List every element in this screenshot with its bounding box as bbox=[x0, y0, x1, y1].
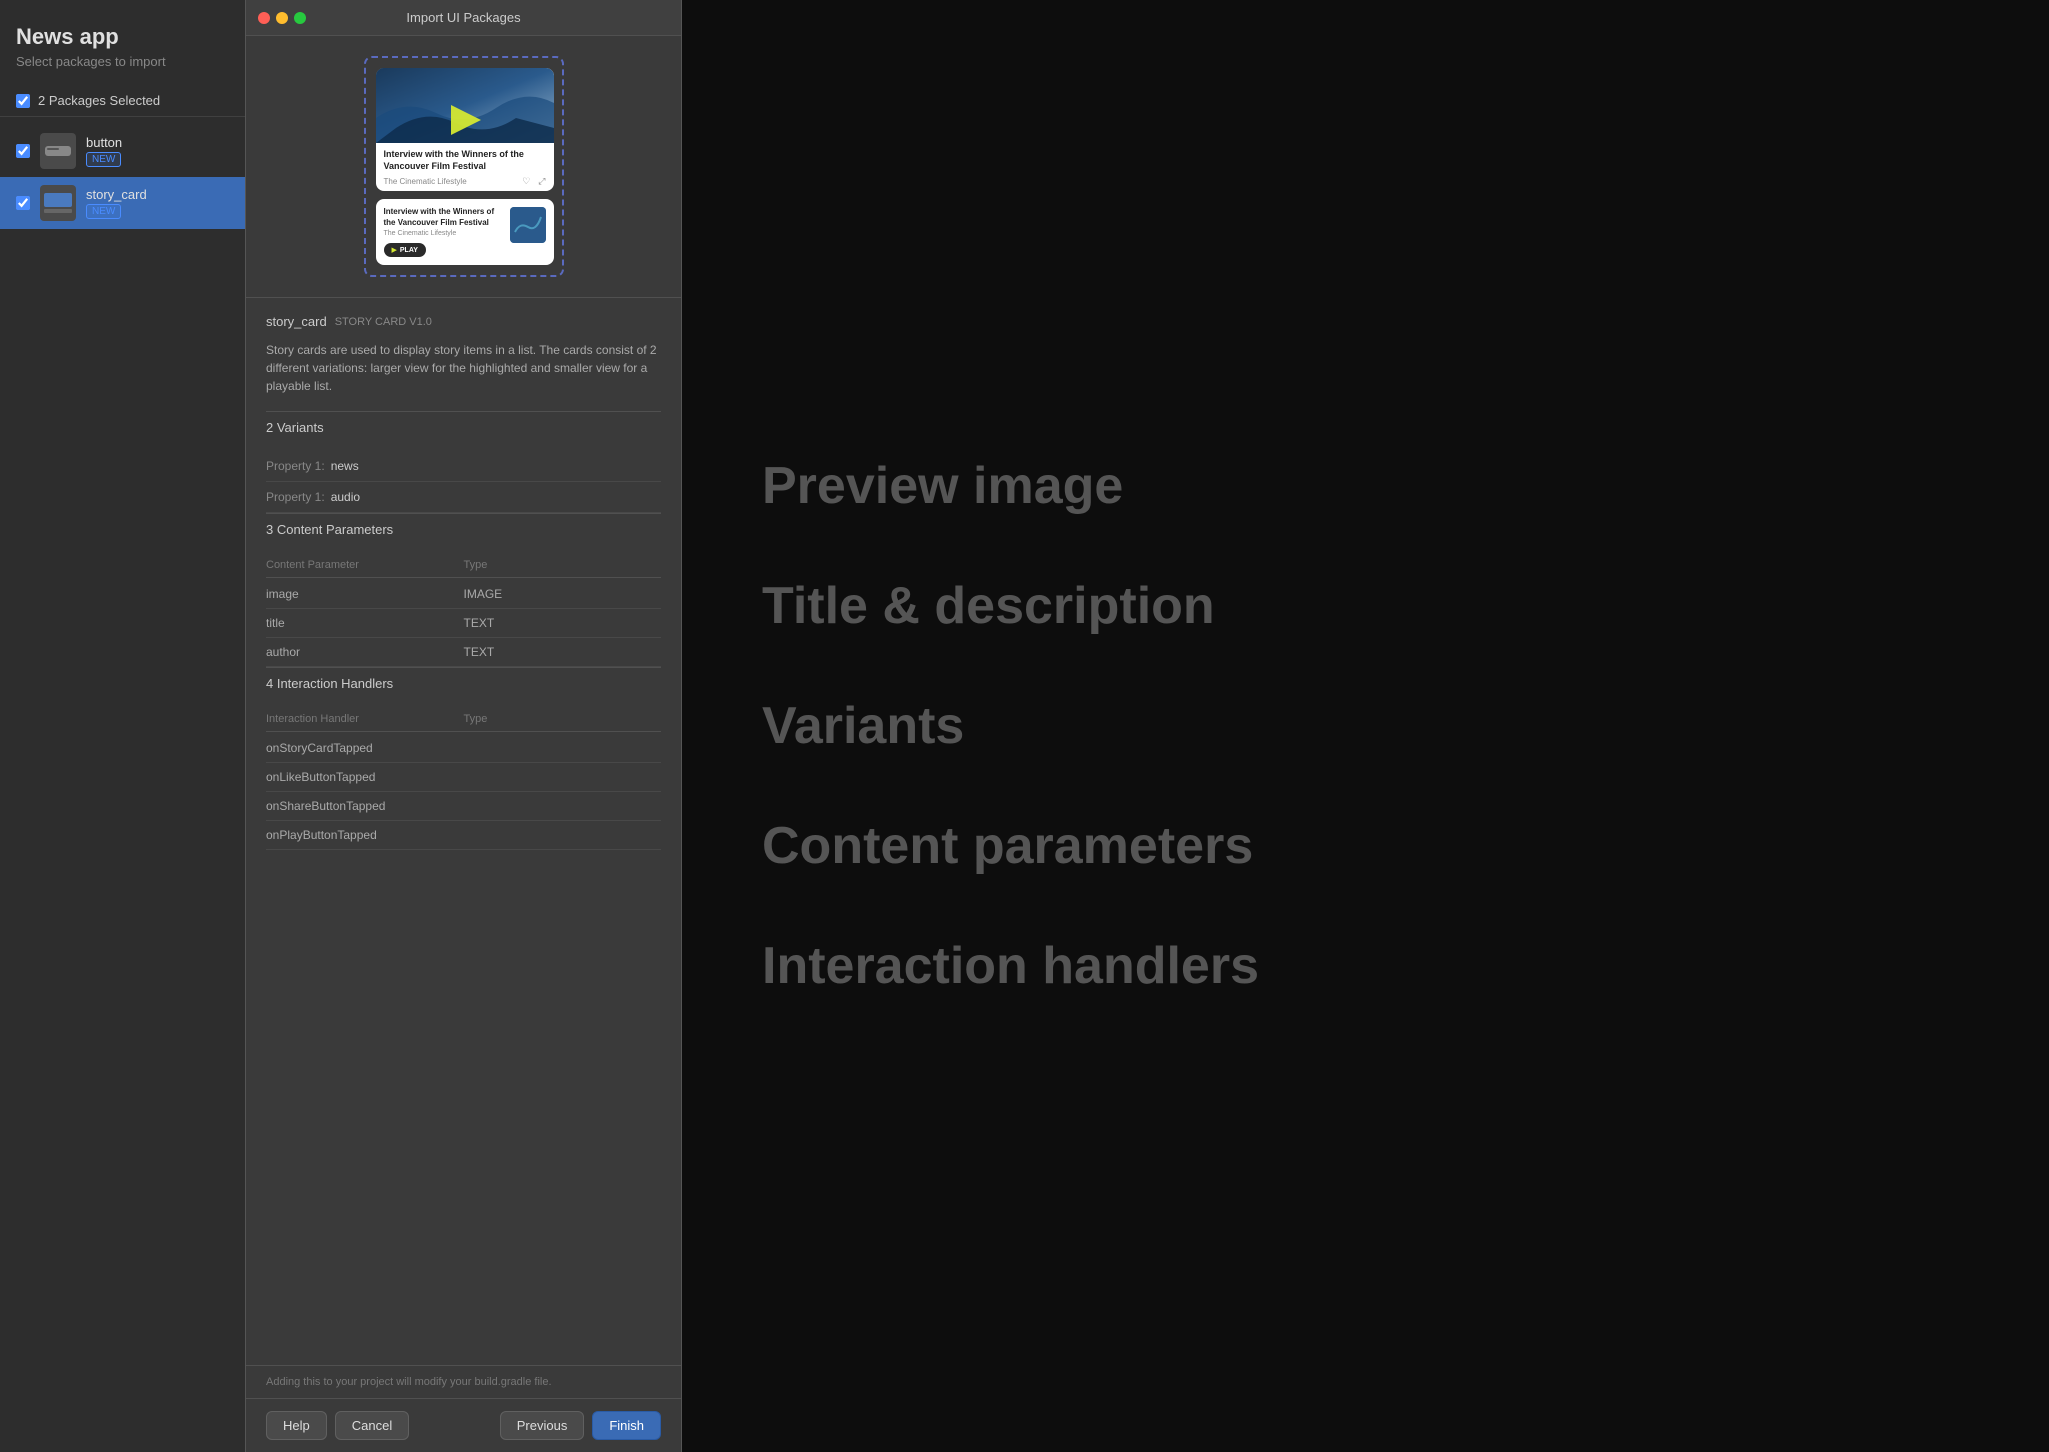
select-all-label: 2 Packages Selected bbox=[38, 93, 160, 108]
right-panel-interaction-handlers: Interaction handlers bbox=[762, 936, 1969, 996]
story-card-badge: NEW bbox=[86, 204, 121, 219]
play-label: PLAY bbox=[400, 247, 418, 254]
story-card-name: story_card bbox=[86, 187, 147, 202]
audio-card-info: Interview with the Winners of the Vancou… bbox=[384, 207, 502, 257]
handler-like: onLikeButtonTapped bbox=[266, 763, 661, 792]
play-button[interactable]: ▶ PLAY bbox=[384, 243, 426, 257]
audio-card-title: Interview with the Winners of the Vancou… bbox=[384, 207, 502, 228]
right-panel-preview: Preview image bbox=[762, 456, 1969, 516]
dialog-title: Import UI Packages bbox=[406, 10, 520, 25]
right-panel-content-params: Content parameters bbox=[762, 816, 1969, 876]
content-param-author: author TEXT bbox=[266, 638, 661, 667]
handler-type-story-card bbox=[464, 741, 662, 755]
audio-card-thumbnail bbox=[510, 207, 546, 243]
right-buttons: Previous Finish bbox=[500, 1411, 661, 1440]
story-card-checkbox[interactable] bbox=[16, 196, 30, 210]
app-subtitle: Select packages to import bbox=[0, 54, 245, 85]
previous-button[interactable]: Previous bbox=[500, 1411, 585, 1440]
param-type-author: TEXT bbox=[464, 645, 662, 659]
package-item-button[interactable]: button NEW bbox=[0, 125, 245, 177]
variant-value-2: audio bbox=[331, 490, 360, 504]
content-param-image: image IMAGE bbox=[266, 580, 661, 609]
share-icon[interactable]: ⤢ bbox=[538, 176, 545, 187]
handler-share: onShareButtonTapped bbox=[266, 792, 661, 821]
help-button[interactable]: Help bbox=[266, 1411, 327, 1440]
handler-type-share bbox=[464, 799, 662, 813]
titlebar: Import UI Packages bbox=[246, 0, 681, 36]
story-card-news-body: Interview with the Winners of the Vancou… bbox=[376, 143, 554, 191]
left-buttons: Help Cancel bbox=[266, 1411, 409, 1440]
handler-story-card: onStoryCardTapped bbox=[266, 734, 661, 763]
audio-card-source: The Cinematic Lifestyle bbox=[384, 230, 502, 237]
info-package-name: story_card bbox=[266, 314, 327, 329]
handler-name-like: onLikeButtonTapped bbox=[266, 770, 464, 784]
interaction-handlers-section-header: 4 Interaction Handlers bbox=[266, 667, 661, 699]
traffic-lights bbox=[258, 12, 306, 24]
variant-label-2: Property 1: bbox=[266, 490, 325, 504]
right-panel: Preview image Title & description Varian… bbox=[682, 0, 2049, 1452]
news-card-title: Interview with the Winners of the Vancou… bbox=[384, 149, 546, 172]
handler-col-header: Interaction Handler bbox=[266, 713, 464, 725]
handler-type-like bbox=[464, 770, 662, 784]
button-checkbox[interactable] bbox=[16, 144, 30, 158]
app-title: News app bbox=[0, 16, 245, 54]
minimize-button[interactable] bbox=[276, 12, 288, 24]
handler-type-play bbox=[464, 828, 662, 842]
story-card-news-variant: Interview with the Winners of the Vancou… bbox=[376, 68, 554, 191]
import-dialog: Import UI Packages bbox=[245, 0, 682, 1452]
button-badge: NEW bbox=[86, 152, 121, 167]
footer-note: Adding this to your project will modify … bbox=[246, 1365, 681, 1398]
handler-name-story-card: onStoryCardTapped bbox=[266, 741, 464, 755]
handler-play: onPlayButtonTapped bbox=[266, 821, 661, 850]
maximize-button[interactable] bbox=[294, 12, 306, 24]
like-icon[interactable]: ♡ bbox=[522, 176, 530, 187]
content-param-title: title TEXT bbox=[266, 609, 661, 638]
button-icon bbox=[40, 133, 76, 169]
handler-name-play: onPlayButtonTapped bbox=[266, 828, 464, 842]
package-item-story-card[interactable]: story_card NEW bbox=[0, 177, 245, 229]
select-all-checkbox[interactable] bbox=[16, 94, 30, 108]
variant-value-1: news bbox=[331, 459, 359, 473]
info-description: Story cards are used to display story it… bbox=[266, 341, 661, 395]
info-area: story_card STORY CARD V1.0 Story cards a… bbox=[246, 298, 681, 1365]
sidebar: News app Select packages to import 2 Pac… bbox=[0, 0, 245, 1452]
content-params-section-header: 3 Content Parameters bbox=[266, 513, 661, 545]
news-card-source: The Cinematic Lifestyle ♡ ⤢ bbox=[384, 176, 546, 187]
handler-name-share: onShareButtonTapped bbox=[266, 799, 464, 813]
finish-button[interactable]: Finish bbox=[592, 1411, 661, 1440]
dialog-buttons: Help Cancel Previous Finish bbox=[246, 1398, 681, 1452]
variants-section-header: 2 Variants bbox=[266, 411, 661, 443]
variant-item-audio: Property 1: audio bbox=[266, 482, 661, 513]
story-card-info: story_card NEW bbox=[86, 187, 147, 219]
interaction-handlers-table-header: Interaction Handler Type bbox=[266, 707, 661, 732]
param-name-image: image bbox=[266, 587, 464, 601]
preview-area: Interview with the Winners of the Vancou… bbox=[246, 36, 681, 298]
right-panel-title-desc: Title & description bbox=[762, 576, 1969, 636]
variant-item-news: Property 1: news bbox=[266, 451, 661, 482]
story-card-image bbox=[376, 68, 554, 143]
story-card-actions: ♡ ⤢ bbox=[522, 176, 545, 187]
preview-card-container: Interview with the Winners of the Vancou… bbox=[364, 56, 564, 277]
param-name-title: title bbox=[266, 616, 464, 630]
param-name-author: author bbox=[266, 645, 464, 659]
content-param-col-header: Content Parameter bbox=[266, 559, 464, 571]
info-header: story_card STORY CARD V1.0 bbox=[266, 314, 661, 329]
button-name: button bbox=[86, 135, 122, 150]
param-type-title: TEXT bbox=[464, 616, 662, 630]
button-info: button NEW bbox=[86, 135, 122, 167]
variant-label-1: Property 1: bbox=[266, 459, 325, 473]
story-card-audio-variant: Interview with the Winners of the Vancou… bbox=[376, 199, 554, 265]
content-params-table-header: Content Parameter Type bbox=[266, 553, 661, 578]
content-type-col-header: Type bbox=[464, 559, 662, 571]
info-version: STORY CARD V1.0 bbox=[335, 316, 432, 328]
select-all-row[interactable]: 2 Packages Selected bbox=[0, 85, 245, 117]
story-card-icon bbox=[40, 185, 76, 221]
play-icon: ▶ bbox=[392, 246, 397, 254]
cancel-button[interactable]: Cancel bbox=[335, 1411, 409, 1440]
handler-type-col-header: Type bbox=[464, 713, 662, 725]
close-button[interactable] bbox=[258, 12, 270, 24]
right-panel-variants: Variants bbox=[762, 696, 1969, 756]
param-type-image: IMAGE bbox=[464, 587, 662, 601]
